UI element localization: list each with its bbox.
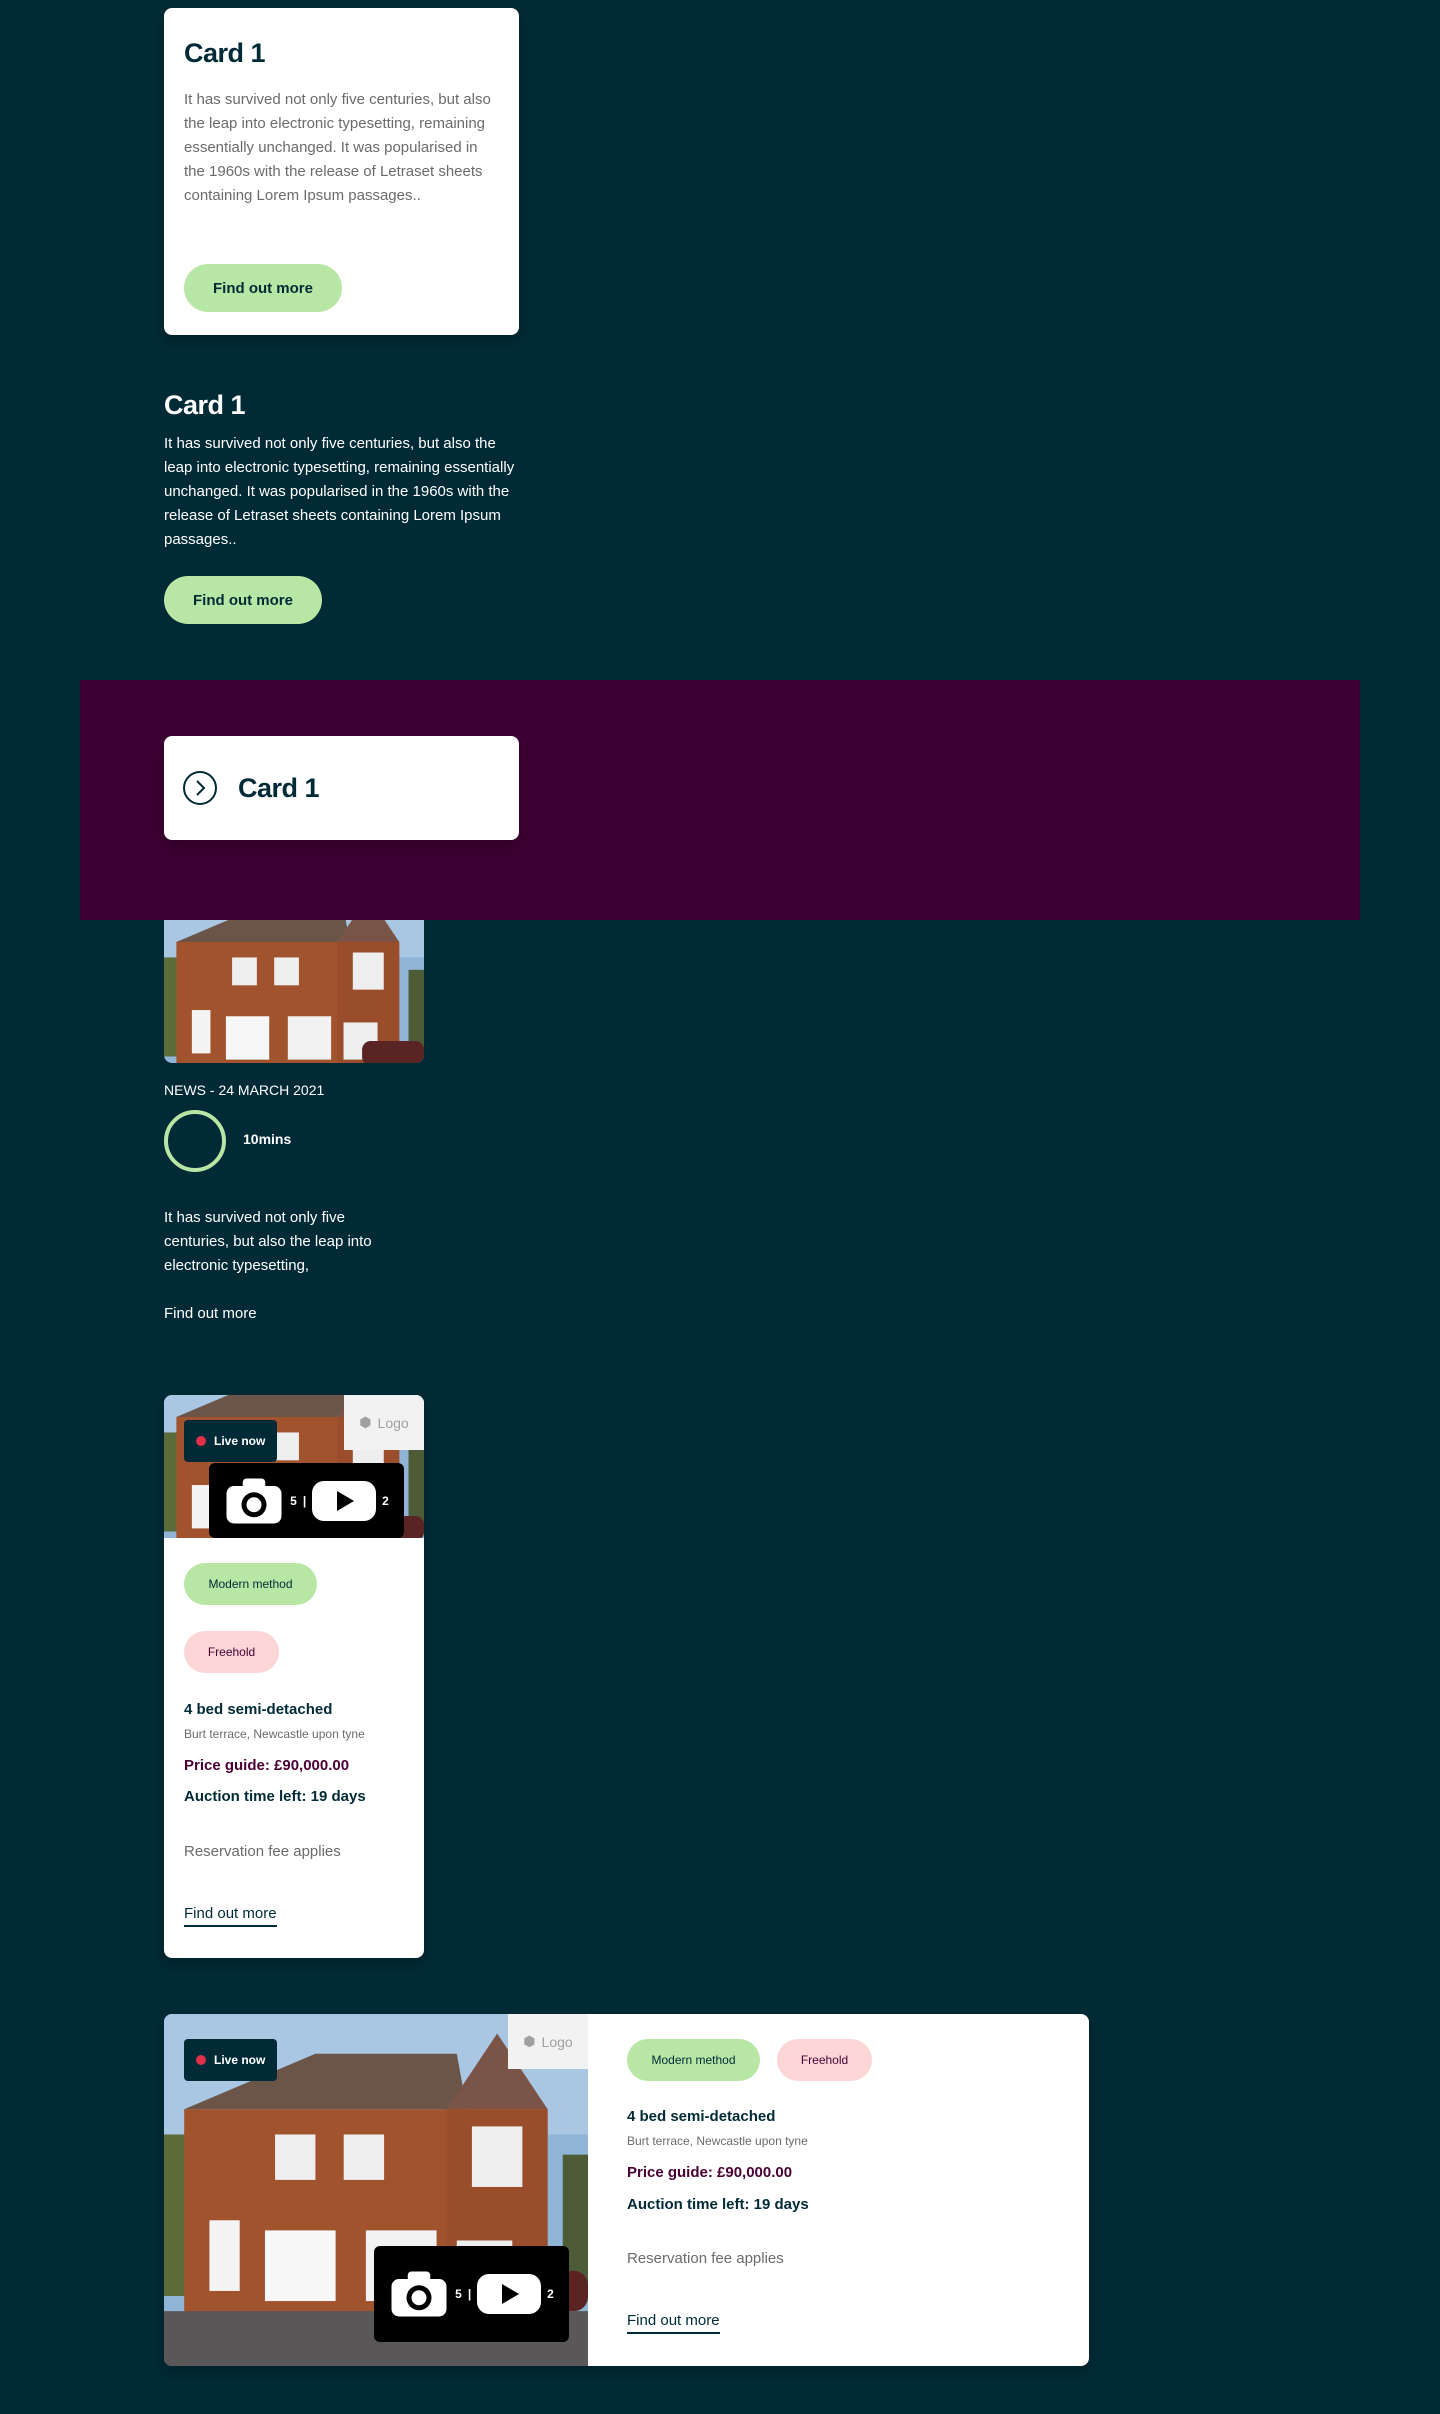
find-out-more-link[interactable]: Find out more bbox=[184, 1905, 277, 1927]
card-white: Card 1 It has survived not only five cen… bbox=[164, 8, 519, 335]
live-label: Live now bbox=[214, 2053, 266, 2067]
property-card: Live now ⬢ Logo 5 | 2 Modern method Free… bbox=[164, 1395, 424, 1958]
live-dot-icon bbox=[196, 2055, 206, 2065]
property-card-horizontal: Live now ⬢ Logo 5 | 2 Modern method Free… bbox=[164, 2014, 1089, 2366]
camera-icon bbox=[224, 1475, 284, 1527]
purple-band: Card 1 bbox=[80, 680, 1360, 920]
logo-label: Logo bbox=[541, 2033, 573, 2050]
card-title: Card 1 bbox=[184, 38, 266, 68]
chevron-right-circle-icon bbox=[182, 770, 218, 806]
logo-box: ⬢ Logo bbox=[344, 1395, 424, 1450]
property-address: Burt terrace, Newcastle upon tyne bbox=[627, 2134, 808, 2148]
reservation-fee: Reservation fee applies bbox=[184, 1843, 341, 1860]
property-address: Burt terrace, Newcastle upon tyne bbox=[184, 1727, 365, 1741]
logo-icon: ⬢ bbox=[523, 2033, 536, 2049]
live-badge: Live now bbox=[184, 1420, 278, 1462]
find-out-more-button[interactable]: Find out more bbox=[164, 576, 322, 624]
find-out-more-link[interactable]: Find out more bbox=[627, 2312, 720, 2334]
tag-freehold: Freehold bbox=[777, 2039, 872, 2081]
reservation-fee: Reservation fee applies bbox=[627, 2250, 784, 2267]
logo-icon: ⬢ bbox=[359, 1414, 372, 1430]
separator: | bbox=[467, 2287, 472, 2301]
camera-icon bbox=[389, 2268, 449, 2320]
find-out-more-link[interactable]: Find out more bbox=[164, 1305, 257, 1322]
photo-count: 5 bbox=[455, 2287, 462, 2301]
property-price: Price guide: £90,000.00 bbox=[627, 2164, 793, 2181]
news-meta: NEWS - 24 MARCH 2021 bbox=[164, 1082, 325, 1098]
find-out-more-button[interactable]: Find out more bbox=[184, 264, 342, 312]
media-counter[interactable]: 5 | 2 bbox=[374, 2246, 569, 2342]
tag-modern-method: Modern method bbox=[627, 2039, 760, 2081]
live-badge: Live now bbox=[184, 2039, 278, 2081]
logo-label: Logo bbox=[377, 1414, 409, 1431]
news-body: It has survived not only five centuries,… bbox=[164, 1209, 372, 1274]
auction-time-left: Auction time left: 19 days bbox=[627, 2196, 809, 2213]
play-icon bbox=[312, 1481, 376, 1521]
video-count: 2 bbox=[547, 2287, 554, 2301]
card-title: Card 1 bbox=[238, 772, 320, 803]
card-title: Card 1 bbox=[164, 390, 246, 420]
progress-ring bbox=[164, 1110, 226, 1172]
live-dot-icon bbox=[196, 1436, 206, 1446]
news-image bbox=[164, 920, 424, 1063]
play-icon bbox=[477, 2274, 541, 2314]
auction-time-left: Auction time left: 19 days bbox=[184, 1788, 366, 1805]
live-label: Live now bbox=[214, 1434, 266, 1448]
media-counter[interactable]: 5 | 2 bbox=[209, 1463, 404, 1538]
logo-box: ⬢ Logo bbox=[508, 2014, 588, 2069]
tag-modern-method: Modern method bbox=[184, 1563, 317, 1605]
property-title: 4 bed semi-detached bbox=[627, 2108, 776, 2125]
property-title: 4 bed semi-detached bbox=[184, 1701, 333, 1718]
property-price: Price guide: £90,000.00 bbox=[184, 1757, 350, 1774]
card-body: It has survived not only five centuries,… bbox=[184, 91, 491, 204]
card-link[interactable]: Card 1 bbox=[164, 736, 519, 840]
tag-freehold: Freehold bbox=[184, 1631, 279, 1673]
read-time: 10mins bbox=[243, 1131, 292, 1147]
photo-count: 5 bbox=[290, 1493, 297, 1508]
video-count: 2 bbox=[382, 1493, 389, 1508]
card-body: It has survived not only five centuries,… bbox=[164, 435, 515, 548]
separator: | bbox=[302, 1493, 307, 1508]
